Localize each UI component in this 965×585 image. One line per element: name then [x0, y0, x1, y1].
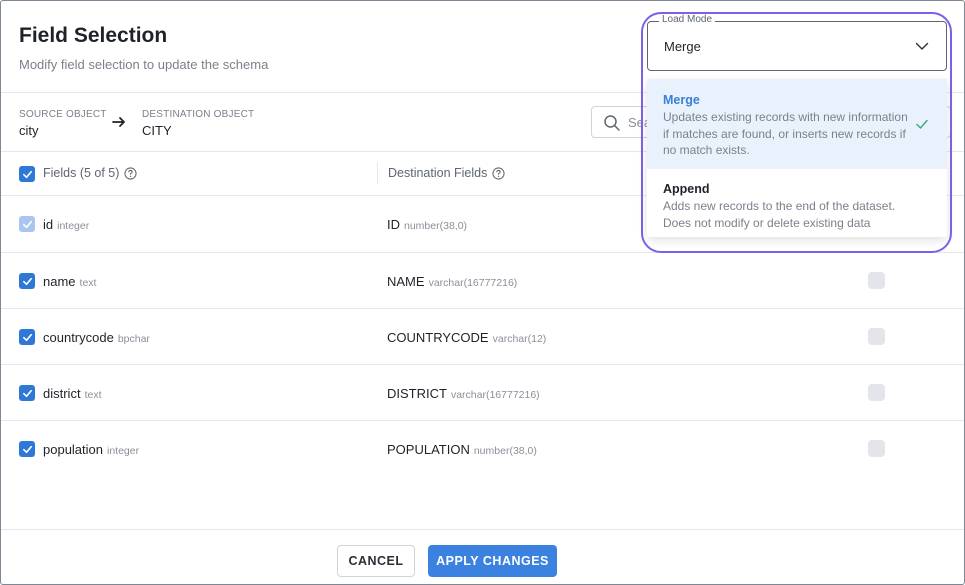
table-row-destination: POPULATION number(38,0) [387, 442, 537, 457]
cancel-button[interactable]: CANCEL [337, 545, 415, 577]
table-row-field: district text [43, 386, 102, 401]
table-row-field: countrycode bpchar [43, 330, 150, 345]
arrow-right-icon [112, 117, 125, 127]
checkmark-icon [22, 333, 32, 341]
destination-name: DISTRICT [387, 386, 447, 401]
row-option-checkbox[interactable] [868, 328, 885, 345]
table-row-destination: ID number(38,0) [387, 217, 467, 232]
help-icon[interactable] [124, 166, 138, 180]
destination-object-label: DESTINATION OBJECT [142, 109, 255, 120]
destination-name: COUNTRYCODE [387, 330, 489, 345]
destination-type: number(38,0) [404, 220, 468, 232]
field-name: id [43, 217, 54, 232]
destination-type: varchar(16777216) [450, 389, 540, 401]
source-object-value: city [19, 123, 39, 138]
select-all-checkbox[interactable] [19, 166, 35, 182]
field-name: district [43, 386, 81, 401]
field-type: integer [107, 445, 140, 457]
destination-name: ID [387, 217, 400, 232]
checkmark-icon [22, 277, 32, 285]
field-type: text [79, 277, 97, 289]
destination-type: number(38,0) [473, 445, 537, 457]
help-icon[interactable] [492, 166, 505, 180]
table-row-destination: NAME varchar(16777216) [387, 274, 517, 289]
row-divider [1, 308, 964, 309]
apply-changes-button[interactable]: APPLY CHANGES [428, 545, 557, 577]
table-row-destination: COUNTRYCODE varchar(12) [387, 330, 546, 345]
page-title: Field Selection [19, 24, 168, 47]
destination-object-value: CITY [142, 123, 172, 138]
checkmark-icon [22, 445, 32, 453]
row-checkbox[interactable] [19, 216, 35, 232]
row-checkbox[interactable] [19, 385, 35, 401]
destination-type: varchar(16777216) [428, 277, 518, 289]
source-object-label: SOURCE OBJECT [19, 109, 107, 120]
row-checkbox[interactable] [19, 329, 35, 345]
fields-column-header: Fields (5 of 5) [43, 151, 138, 195]
footer-divider [1, 529, 964, 530]
destination-name: POPULATION [387, 442, 470, 457]
row-divider [1, 364, 964, 365]
destination-type: varchar(12) [492, 333, 547, 345]
checkmark-icon [22, 389, 32, 397]
field-selection-dialog: Field Selection Modify field selection t… [0, 0, 965, 585]
row-checkbox[interactable] [19, 273, 35, 289]
field-type: bpchar [117, 333, 150, 345]
destination-header-label: Destination Fields [388, 166, 488, 180]
table-row-destination: DISTRICT varchar(16777216) [387, 386, 540, 401]
table-row-field: population integer [43, 442, 139, 457]
fields-header-label: Fields (5 of 5) [43, 166, 120, 180]
table-row-field: name text [43, 274, 96, 289]
row-checkbox[interactable] [19, 441, 35, 457]
destination-column-header: Destination Fields [377, 162, 505, 184]
search-icon [604, 115, 620, 131]
field-type: text [84, 389, 102, 401]
checkmark-icon [22, 170, 32, 178]
row-divider [1, 420, 964, 421]
field-name: countrycode [43, 330, 114, 345]
row-option-checkbox[interactable] [868, 272, 885, 289]
page-subtitle: Modify field selection to update the sch… [19, 57, 269, 72]
field-name: name [43, 274, 76, 289]
row-option-checkbox[interactable] [868, 384, 885, 401]
table-row-field: id integer [43, 217, 89, 232]
field-type: integer [57, 220, 90, 232]
field-name: population [43, 442, 103, 457]
highlight-outline [641, 12, 952, 253]
row-option-checkbox[interactable] [868, 440, 885, 457]
destination-name: NAME [387, 274, 425, 289]
checkmark-icon [22, 220, 32, 228]
